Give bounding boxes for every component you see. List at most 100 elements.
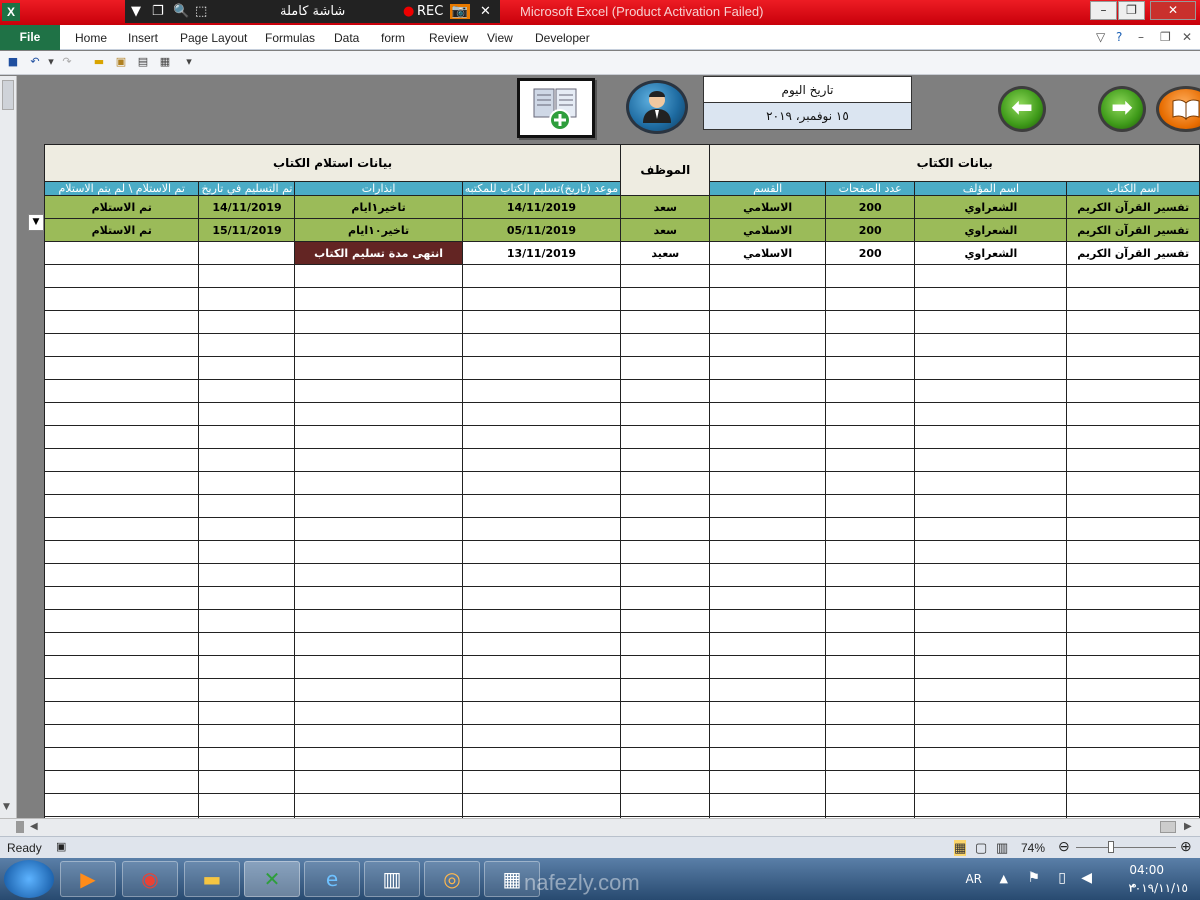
- empty-cell[interactable]: [1066, 448, 1200, 472]
- internet-explorer-icon[interactable]: e: [304, 861, 360, 897]
- empty-cell[interactable]: [620, 747, 711, 771]
- cell-due-date[interactable]: 05/11/2019: [461, 218, 622, 242]
- empty-cell[interactable]: [824, 770, 916, 794]
- empty-cell[interactable]: [43, 494, 200, 518]
- tab-form[interactable]: form: [381, 31, 405, 45]
- empty-cell[interactable]: [1066, 310, 1200, 334]
- empty-cell[interactable]: [43, 586, 200, 610]
- cell-pages[interactable]: 200: [824, 241, 916, 265]
- empty-cell[interactable]: [709, 425, 826, 449]
- empty-cell[interactable]: [824, 356, 916, 380]
- cell-delivered-on[interactable]: 14/11/2019: [198, 195, 296, 219]
- empty-cell[interactable]: [620, 448, 711, 472]
- empty-cell[interactable]: [43, 678, 200, 702]
- add-book-button[interactable]: [517, 78, 595, 138]
- empty-cell[interactable]: [620, 402, 711, 426]
- empty-cell[interactable]: [198, 425, 296, 449]
- empty-cell[interactable]: [824, 609, 916, 633]
- empty-cell[interactable]: [43, 264, 200, 288]
- empty-cell[interactable]: [620, 333, 711, 357]
- empty-cell[interactable]: [294, 356, 463, 380]
- empty-cell[interactable]: [294, 379, 463, 403]
- media-player-icon[interactable]: ▶: [60, 861, 116, 897]
- empty-row[interactable]: [43, 425, 1200, 449]
- empty-cell[interactable]: [1066, 333, 1200, 357]
- empty-cell[interactable]: [709, 655, 826, 679]
- empty-cell[interactable]: [824, 494, 916, 518]
- empty-cell[interactable]: [198, 747, 296, 771]
- empty-cell[interactable]: [198, 310, 296, 334]
- empty-cell[interactable]: [620, 724, 711, 748]
- cell-due-date[interactable]: 13/11/2019: [461, 241, 622, 265]
- empty-cell[interactable]: [461, 517, 622, 541]
- scroll-thumb[interactable]: [1160, 821, 1176, 833]
- print-preview-icon[interactable]: ▤: [136, 55, 150, 69]
- empty-cell[interactable]: [824, 747, 916, 771]
- scroll-right-arrow-icon[interactable]: ▶: [1184, 821, 1192, 832]
- empty-cell[interactable]: [914, 747, 1068, 771]
- ribbon-close-icon[interactable]: ✕: [1182, 30, 1192, 44]
- empty-cell[interactable]: [461, 471, 622, 495]
- empty-cell[interactable]: [461, 310, 622, 334]
- empty-cell[interactable]: [198, 379, 296, 403]
- empty-cell[interactable]: [1066, 793, 1200, 817]
- empty-cell[interactable]: [198, 517, 296, 541]
- empty-cell[interactable]: [709, 678, 826, 702]
- empty-row[interactable]: [43, 724, 1200, 748]
- empty-cell[interactable]: [620, 471, 711, 495]
- language-indicator[interactable]: AR: [965, 872, 982, 886]
- cell-received-status[interactable]: تم الاستلام: [43, 195, 200, 219]
- empty-cell[interactable]: [294, 586, 463, 610]
- empty-cell[interactable]: [620, 517, 711, 541]
- empty-cell[interactable]: [198, 356, 296, 380]
- split-box[interactable]: [2, 80, 14, 110]
- chrome-icon[interactable]: ◉: [122, 861, 178, 897]
- cell-book-name[interactable]: تفسير القرآن الكريم: [1066, 241, 1200, 265]
- empty-cell[interactable]: [709, 609, 826, 633]
- empty-cell[interactable]: [709, 770, 826, 794]
- empty-cell[interactable]: [1066, 287, 1200, 311]
- cell-due-date[interactable]: 14/11/2019: [461, 195, 622, 219]
- zoom-slider-thumb[interactable]: [1108, 841, 1114, 853]
- empty-cell[interactable]: [294, 264, 463, 288]
- empty-cell[interactable]: [198, 655, 296, 679]
- cell-warnings-alert[interactable]: انتهى مدة تسليم الكتاب: [294, 241, 463, 265]
- empty-cell[interactable]: [461, 333, 622, 357]
- camera-icon[interactable]: 📷: [450, 4, 470, 19]
- empty-cell[interactable]: [198, 264, 296, 288]
- rec-label[interactable]: REC: [417, 4, 443, 19]
- movie-maker-icon[interactable]: ◎: [424, 861, 480, 897]
- empty-row[interactable]: [43, 356, 1200, 380]
- empty-cell[interactable]: [1066, 540, 1200, 564]
- empty-cell[interactable]: [1066, 586, 1200, 610]
- empty-cell[interactable]: [43, 724, 200, 748]
- start-button[interactable]: [4, 860, 54, 898]
- empty-cell[interactable]: [824, 632, 916, 656]
- zoom-slider[interactable]: [1076, 847, 1176, 848]
- empty-cell[interactable]: [709, 793, 826, 817]
- empty-row[interactable]: [43, 264, 1200, 288]
- empty-cell[interactable]: [294, 563, 463, 587]
- empty-cell[interactable]: [1066, 655, 1200, 679]
- empty-cell[interactable]: [461, 448, 622, 472]
- tab-view[interactable]: View: [487, 31, 513, 45]
- dropdown-triangle-icon[interactable]: ▼: [131, 4, 141, 19]
- empty-cell[interactable]: [198, 287, 296, 311]
- empty-cell[interactable]: [620, 678, 711, 702]
- empty-cell[interactable]: [824, 402, 916, 426]
- empty-cell[interactable]: [43, 540, 200, 564]
- empty-cell[interactable]: [43, 747, 200, 771]
- empty-cell[interactable]: [914, 724, 1068, 748]
- empty-cell[interactable]: [294, 425, 463, 449]
- empty-row[interactable]: [43, 793, 1200, 817]
- empty-cell[interactable]: [1066, 402, 1200, 426]
- empty-row[interactable]: [43, 747, 1200, 771]
- undo-dropdown-icon[interactable]: ▾: [44, 55, 58, 69]
- cell-employee[interactable]: سعيد: [620, 241, 711, 265]
- empty-cell[interactable]: [1066, 494, 1200, 518]
- empty-cell[interactable]: [198, 471, 296, 495]
- empty-cell[interactable]: [709, 402, 826, 426]
- empty-row[interactable]: [43, 609, 1200, 633]
- empty-cell[interactable]: [43, 402, 200, 426]
- empty-cell[interactable]: [294, 793, 463, 817]
